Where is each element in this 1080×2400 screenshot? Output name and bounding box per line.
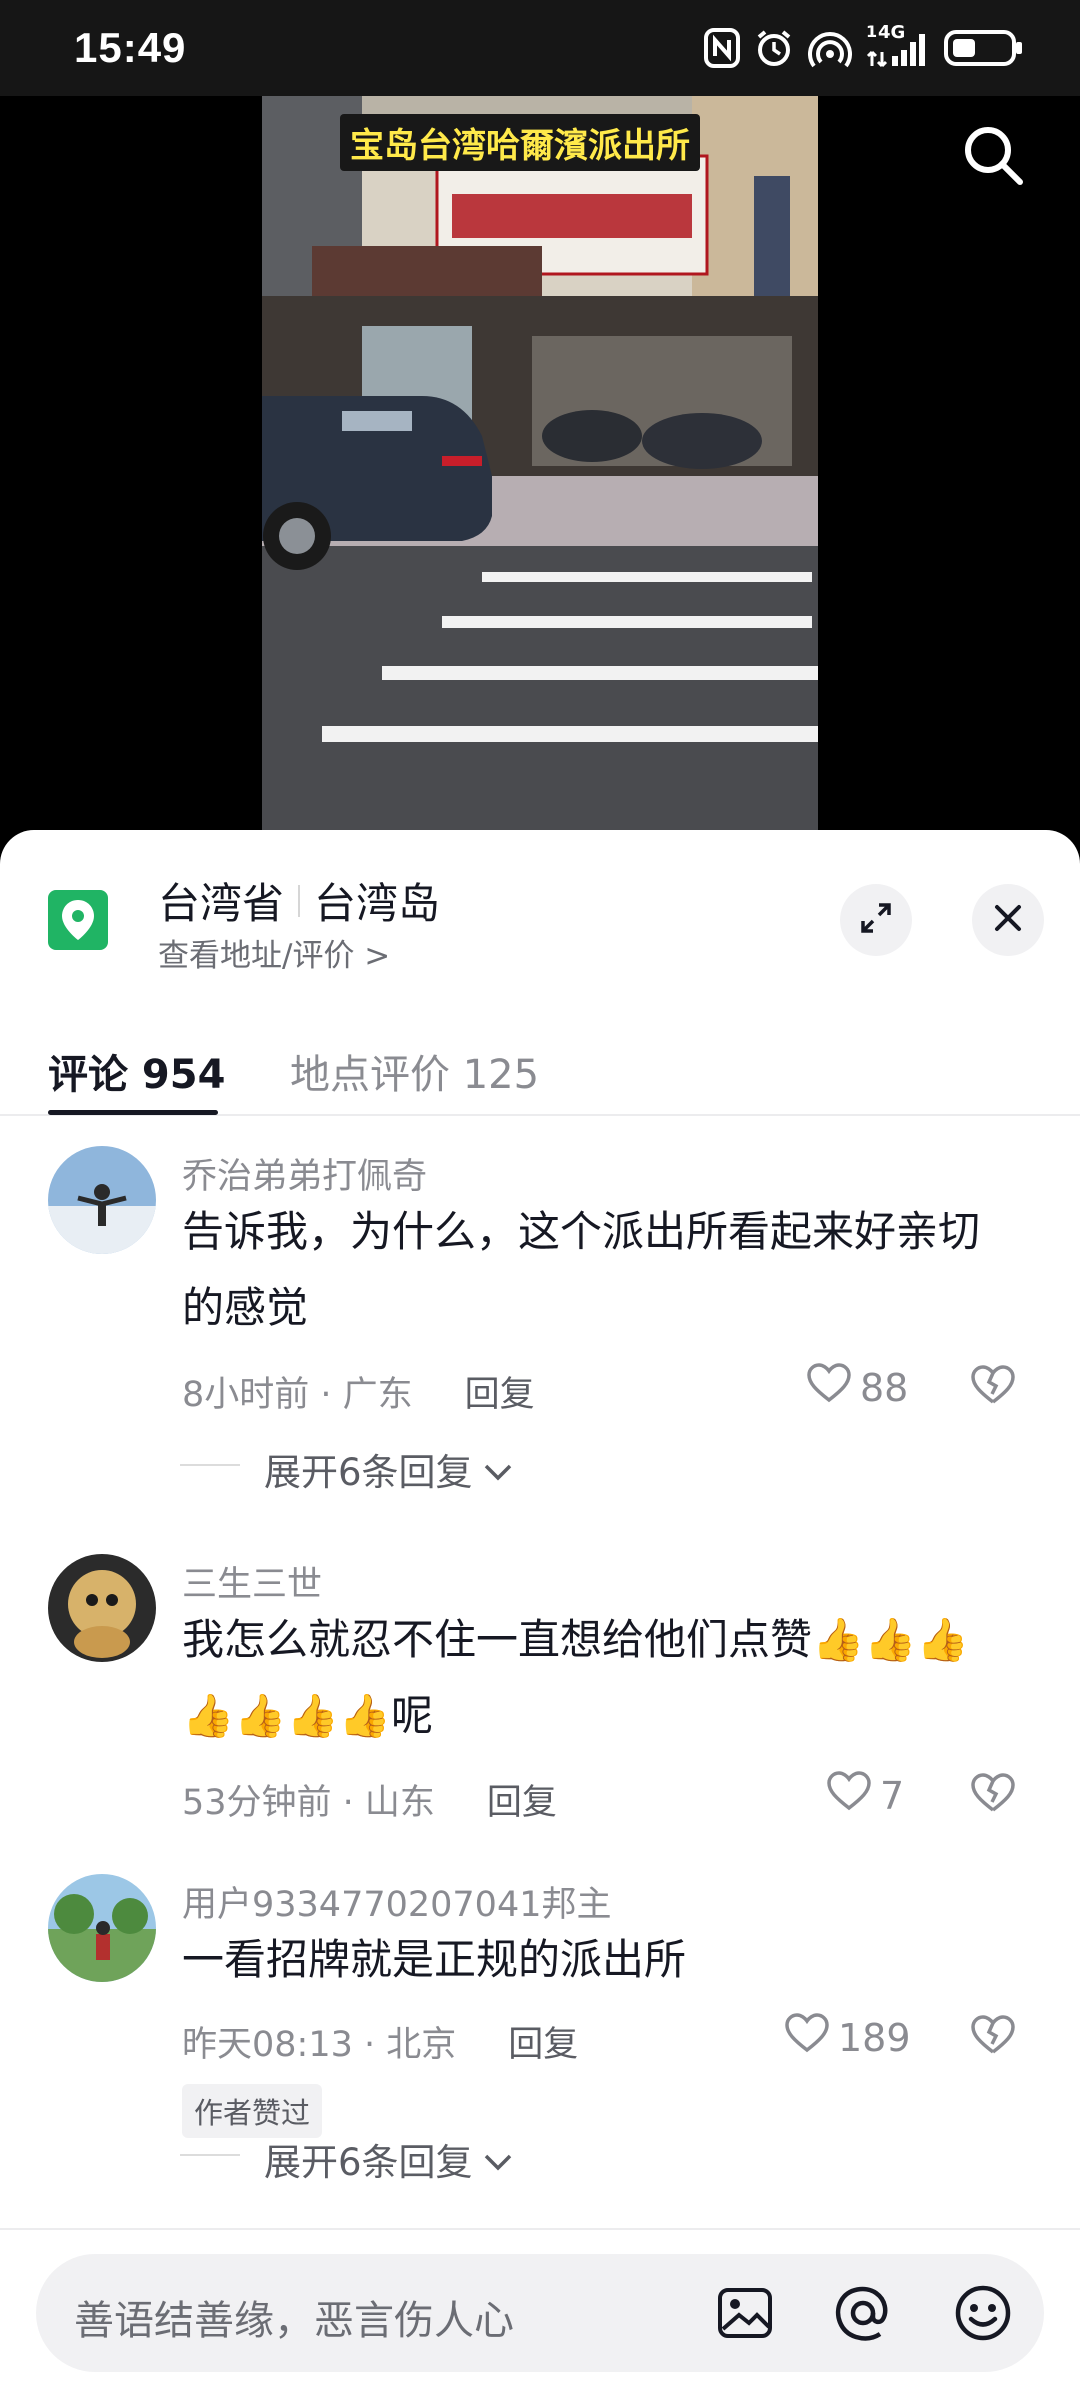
expand-replies-label: 展开6条回复 [264,2141,473,2184]
chevron-down-icon [483,2138,513,2181]
like-button[interactable]: 189 [784,2012,911,2063]
status-time: 15:49 [74,24,187,71]
comment-sheet: 台湾省 台湾岛 查看地址/评价 > 评论 954 地点评价 125 乔治弟弟打佩… [0,830,1080,2400]
expand-replies-label: 展开6条回复 [264,1451,473,1494]
comment-text: 告诉我，为什么，这个派出所看起来好亲切的感觉 [182,1207,981,1332]
emoji-icon[interactable] [950,2280,1016,2346]
heart-icon [806,1362,852,1413]
comment-username[interactable]: 三生三世 [182,1556,322,1607]
avatar[interactable] [48,1146,156,1254]
comment-username[interactable]: 乔治弟弟打佩奇 [182,1148,427,1199]
close-icon [993,903,1023,937]
location-title[interactable]: 台湾省 台湾岛 [158,870,440,931]
sim-slot-label: 1 [866,22,878,41]
comment-time-location: 昨天08:13 · 北京 [182,2025,457,2065]
search-button[interactable] [956,120,1030,194]
expand-button[interactable] [840,884,912,956]
expand-replies-button[interactable]: 展开6条回复 [180,2132,513,2186]
video-caption: 宝岛台湾哈爾濱派出所 [340,114,700,171]
comment-input[interactable]: 善语结善缘，恶言伤人心 [36,2254,1044,2372]
video-player[interactable]: 宝岛台湾哈爾濱派出所 [0,96,1080,832]
network-type-label: 4G [878,22,906,43]
status-icons: 1 4G [704,22,1024,72]
broken-heart-icon [970,1365,1016,1410]
dislike-button[interactable] [970,1772,1016,1818]
comment-time-location: 8小时前 · 广东 [182,1375,413,1415]
comment-meta: 53分钟前 · 山东 回复 [182,1774,557,1825]
nfc-icon [704,28,740,68]
comment-meta: 昨天08:13 · 北京 回复 [182,2016,578,2067]
like-count: 88 [860,1365,909,1410]
comment-text: 一看招牌就是正规的派出所 [182,1935,687,1984]
broken-heart-icon [970,2015,1016,2060]
view-address-link[interactable]: 查看地址/评价 > [158,930,390,975]
location-pin-icon [48,890,108,950]
like-count: 7 [880,1773,905,1818]
comment-input-placeholder: 善语结善缘，恶言伤人心 [74,2298,514,2344]
chevron-down-icon [483,1448,513,1491]
avatar[interactable] [48,1554,156,1662]
comment-username[interactable]: 用户9334770207041邦主 [182,1876,612,1927]
avatar[interactable] [48,1874,156,1982]
like-button[interactable]: 88 [806,1362,908,1413]
close-button[interactable] [972,884,1044,956]
comment-tabs: 评论 954 地点评价 125 [0,1006,1080,1116]
signal-icon: 1 4G [866,22,930,68]
image-icon[interactable] [712,2280,778,2346]
heart-icon [784,2012,830,2063]
active-tab-indicator [48,1110,218,1115]
hotspot-icon [808,28,852,68]
author-liked-badge: 作者赞过 [182,2084,323,2138]
divider-line [180,2154,240,2156]
reply-button[interactable]: 回复 [465,1366,535,1417]
comment-time-location: 53分钟前 · 山东 [182,1783,435,1823]
tab-comments[interactable]: 评论 954 [48,1042,225,1100]
reply-button[interactable]: 回复 [508,2016,578,2067]
like-count: 189 [838,2015,911,2060]
like-button[interactable]: 7 [826,1770,904,1821]
dislike-button[interactable] [970,2014,1016,2060]
comment-meta: 8小时前 · 广东 回复 [182,1366,535,1417]
comment-text: 我怎么就忍不住一直想给他们点赞👍👍👍👍👍👍👍呢 [182,1615,969,1740]
expand-replies-button[interactable]: 展开6条回复 [180,1442,513,1496]
status-bar: 15:49 1 4G [0,0,1080,96]
mention-icon[interactable] [830,2280,896,2346]
search-icon [960,122,1026,192]
comment-input-bar: 善语结善缘，恶言伤人心 [0,2228,1080,2400]
dislike-button[interactable] [970,1364,1016,1410]
reply-button[interactable]: 回复 [487,1774,557,1825]
expand-icon [859,901,893,939]
title-divider [298,884,301,917]
tab-place-reviews[interactable]: 地点评价 125 [290,1042,539,1100]
battery-icon [944,28,1024,68]
location-province: 台湾省 [158,879,285,928]
video-frame [262,96,818,832]
alarm-icon [754,28,794,68]
location-place: 台湾岛 [314,879,441,928]
heart-icon [826,1770,872,1821]
broken-heart-icon [970,1773,1016,1818]
divider-line [180,1464,240,1466]
